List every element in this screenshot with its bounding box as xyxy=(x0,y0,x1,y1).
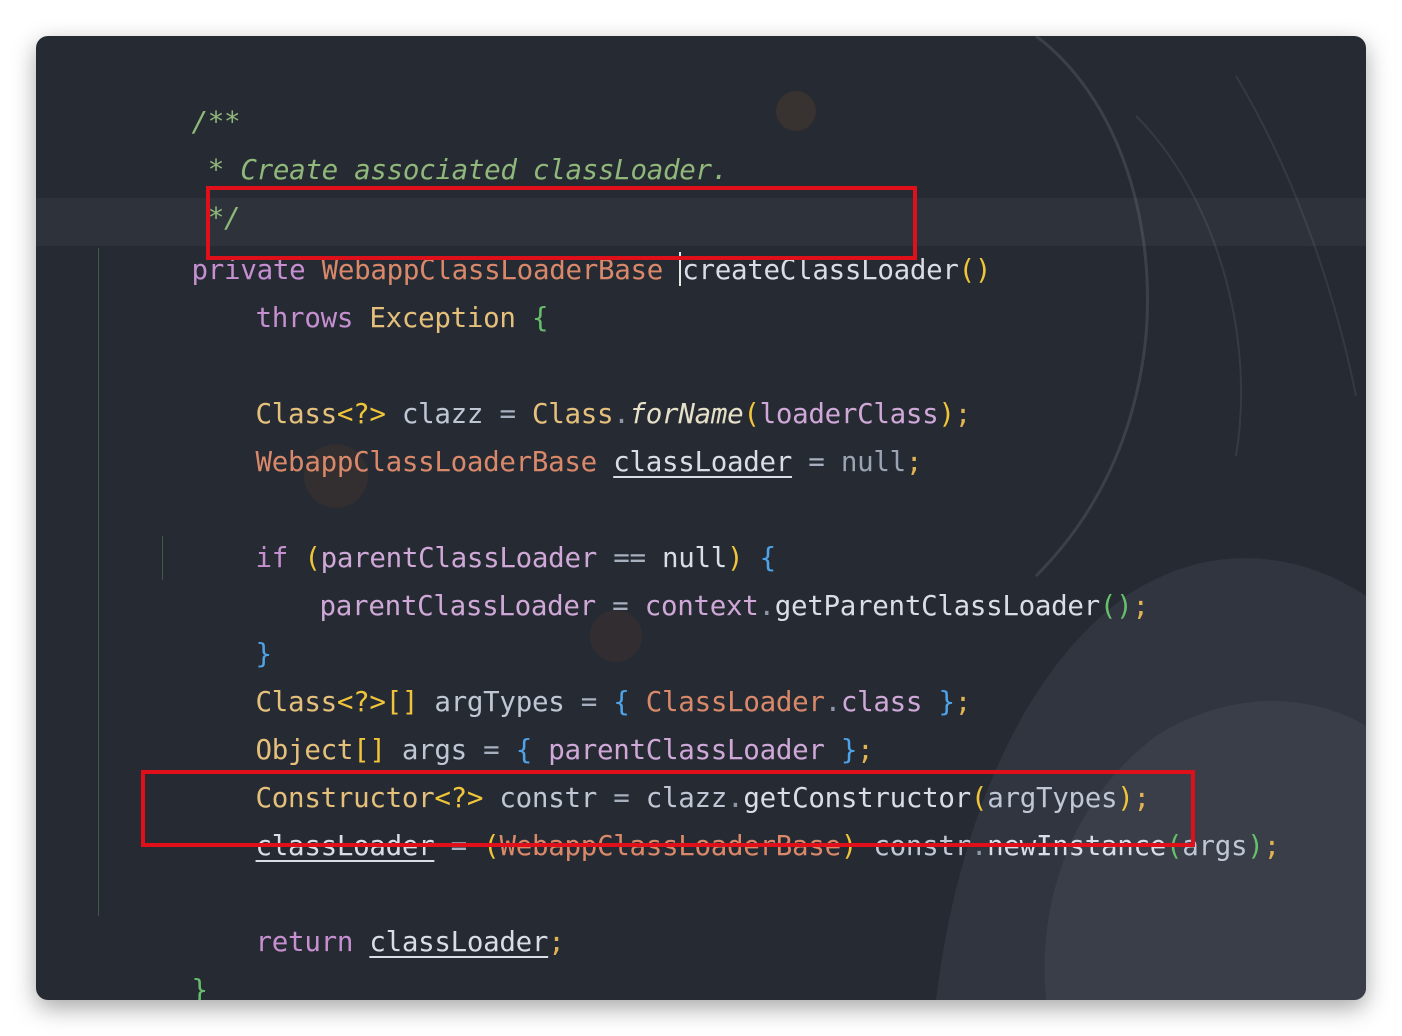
method-parens: () xyxy=(958,254,992,286)
paren-token: ( xyxy=(1099,590,1117,622)
keyword-return: return xyxy=(255,926,354,958)
code-line-close-method: } xyxy=(94,918,209,1000)
code-line-comment-body: * Create associated classLoader. xyxy=(94,98,729,186)
open-brace: { xyxy=(531,302,549,334)
field-token: parentClassLoader xyxy=(319,590,597,622)
semicolon-token: ; xyxy=(954,686,972,718)
code-line-loader-decl: WebappClassLoaderBase classLoader = null… xyxy=(158,390,923,478)
exception-type: Exception xyxy=(369,302,516,334)
operator-token: = xyxy=(808,446,825,478)
close-brace: } xyxy=(191,974,209,1000)
code-line-if: if (parentClassLoader == null) { xyxy=(158,486,777,574)
code-line-comment-open: /** xyxy=(94,50,241,138)
method-token: getParentClassLoader xyxy=(774,590,1100,622)
dot-token: . xyxy=(758,590,776,622)
semicolon-token: ; xyxy=(954,398,972,430)
close-brace: } xyxy=(938,686,955,718)
operator-token: = xyxy=(612,590,629,622)
code-editor-window: /** * Create associated classLoader. */ … xyxy=(36,36,1366,1000)
code-line-return: return classLoader; xyxy=(158,870,565,958)
code-line-argtypes: Class<?>[] argTypes = { ClassLoader.clas… xyxy=(158,630,972,718)
semicolon-token: ; xyxy=(548,926,565,958)
semicolon-token: ; xyxy=(1263,830,1281,862)
code-line-args: Object[] args = { parentClassLoader }; xyxy=(158,678,874,766)
paren-token: ) xyxy=(1116,590,1133,622)
field-token: context xyxy=(644,590,759,622)
null-token: null xyxy=(840,446,906,478)
semicolon-token: ; xyxy=(1132,590,1149,622)
type-token: WebappClassLoaderBase xyxy=(255,446,598,478)
variable-token: classLoader xyxy=(613,446,793,478)
code-line-assign-parent: parentClassLoader = context.getParentCla… xyxy=(222,534,1149,622)
paren-token: ) xyxy=(938,398,955,430)
paren-token: ) xyxy=(1247,830,1264,862)
variable-token: classLoader xyxy=(369,926,549,958)
code-area[interactable]: /** * Create associated classLoader. */ … xyxy=(36,36,1366,1000)
comment-token: * Create associated classLoader. xyxy=(191,154,729,186)
code-line-close-if: } xyxy=(158,582,273,670)
highlight-box-newinstance xyxy=(141,770,1195,847)
keyword-throws: throws xyxy=(255,302,354,334)
code-line-clazz: Class<?> clazz = Class.forName(loaderCla… xyxy=(158,342,972,430)
highlight-box-signature xyxy=(206,186,917,260)
code-line-constr: Constructor<?> constr = clazz.getConstru… xyxy=(158,726,1151,814)
semicolon-token: ; xyxy=(905,446,923,478)
